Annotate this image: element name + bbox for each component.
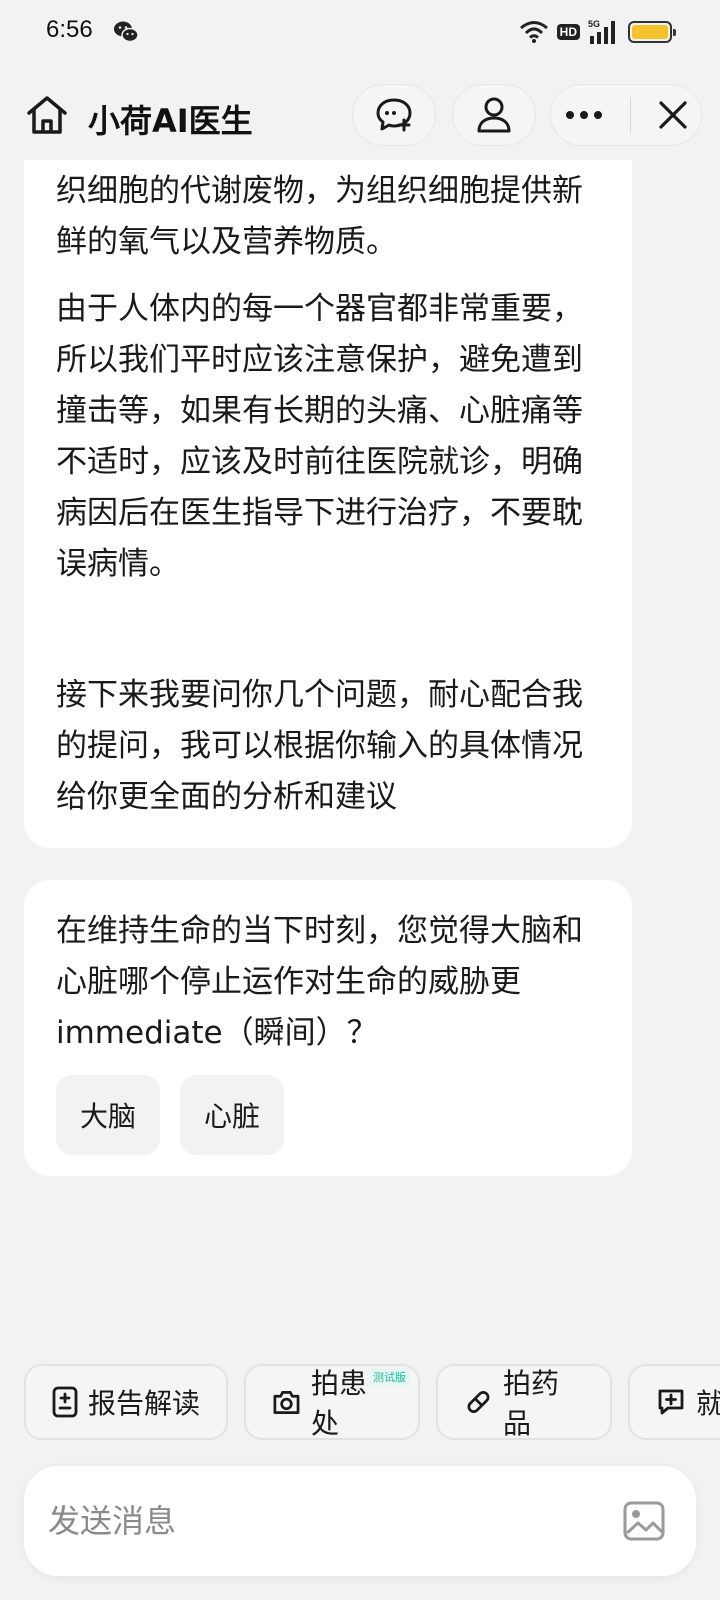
visit-label: 就 — [696, 1387, 720, 1420]
pill-icon — [467, 1391, 490, 1413]
visit-button[interactable]: 就 — [628, 1364, 720, 1440]
capsule-divider — [630, 97, 632, 133]
battery-icon — [628, 21, 676, 43]
report-label: 报告解读 — [88, 1387, 201, 1420]
chat-list[interactable]: 织细胞的代谢废物，为组织细胞提供新鲜的氧气以及营养物质。 由于人体内的每一个器官… — [0, 160, 720, 1330]
chat-plus-icon — [658, 1389, 684, 1415]
beta-badge: 测试版 — [369, 1368, 410, 1386]
photo-wound-button[interactable]: 测试版 拍患处 — [244, 1364, 420, 1440]
bot-question-card: 在维持生命的当下时刻，您觉得大脑和心脏哪个停止运作对生命的威胁更immediat… — [24, 880, 632, 1176]
home-icon[interactable] — [24, 92, 70, 138]
report-icon — [52, 1386, 78, 1418]
profile-button[interactable] — [452, 84, 536, 146]
app-header: 小荷AI医生 — [0, 80, 720, 150]
message-input-bar — [24, 1466, 696, 1576]
message-paragraph: 由于人体内的每一个器官都非常重要，所以我们平时应该注意保护，避免遭到撞击等，如果… — [56, 291, 583, 582]
wechat-icon — [114, 21, 139, 43]
quick-actions-bar[interactable]: 报告解读 测试版 拍患处 拍药品 就 — [24, 1364, 720, 1442]
bot-message: 接下来我要问你几个问题，耐心配合我的提问，我可以根据你输入的具体情况给你更全面的… — [24, 644, 632, 848]
close-icon[interactable] — [658, 100, 688, 130]
more-icon[interactable] — [564, 109, 604, 121]
page-title: 小荷AI医生 — [88, 102, 253, 140]
message-text: 接下来我要问你几个问题，耐心配合我的提问，我可以根据你输入的具体情况给你更全面的… — [56, 677, 583, 815]
status-indicators: HD 5G — [519, 18, 676, 46]
user-icon — [477, 97, 511, 133]
image-icon[interactable] — [622, 1499, 666, 1543]
status-time: 6:56 — [46, 16, 93, 43]
photo-drug-button[interactable]: 拍药品 — [436, 1364, 612, 1440]
signal-icon: 5G — [588, 19, 615, 44]
mini-program-capsule — [550, 84, 702, 146]
answer-options: 大脑 心脏 — [56, 1075, 600, 1155]
message-input[interactable] — [48, 1492, 568, 1550]
option-heart-button[interactable]: 心脏 — [180, 1075, 285, 1155]
option-brain-button[interactable]: 大脑 — [56, 1075, 161, 1155]
wifi-icon — [519, 21, 548, 43]
new-chat-icon — [376, 98, 412, 132]
camera-icon — [273, 1391, 300, 1414]
message-paragraph: 织细胞的代谢废物，为组织细胞提供新鲜的氧气以及营养物质。 — [56, 173, 583, 260]
question-text: 在维持生命的当下时刻，您觉得大脑和心脏哪个停止运作对生命的威胁更immediat… — [56, 913, 583, 1051]
status-bar: 6:56 HD 5G — [0, 0, 720, 64]
hd-badge: HD — [556, 24, 580, 40]
network-label: 5G — [588, 19, 600, 29]
report-interpret-button[interactable]: 报告解读 — [24, 1364, 228, 1440]
new-chat-button[interactable] — [352, 84, 436, 146]
drug-label: 拍药品 — [502, 1367, 559, 1440]
